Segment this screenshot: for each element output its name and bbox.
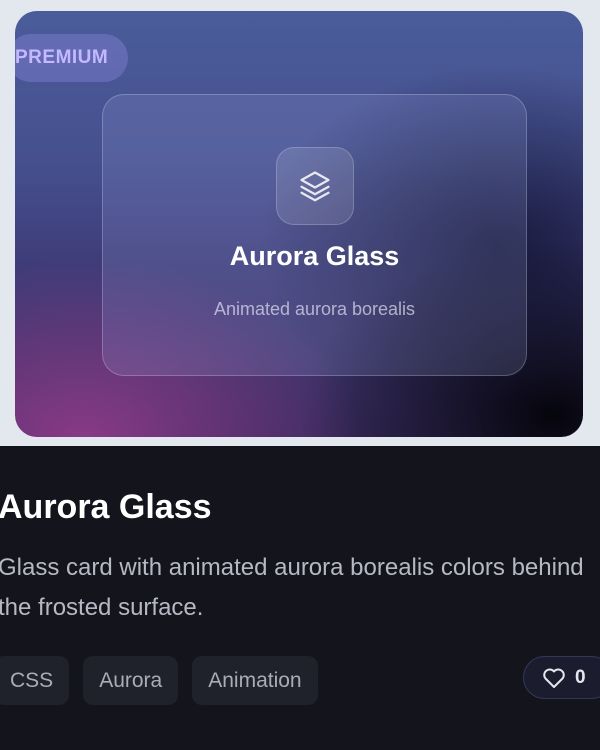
preview-area: Aurora Glass Animated aurora borealis PR…: [0, 0, 600, 446]
heart-icon: [543, 668, 565, 688]
premium-badge: PREMIUM: [15, 34, 129, 82]
like-button[interactable]: 0: [523, 656, 600, 699]
tag-animation[interactable]: Animation: [192, 656, 318, 705]
glass-card-title: Aurora Glass: [229, 241, 400, 271]
like-count: 0: [575, 666, 586, 688]
tag-css[interactable]: CSS: [0, 656, 70, 705]
component-card: Aurora Glass Animated aurora borealis PR…: [0, 0, 600, 750]
tag-aurora[interactable]: Aurora: [83, 656, 179, 705]
glass-card-subtitle: Animated aurora borealis: [213, 299, 416, 319]
glass-card: Aurora Glass Animated aurora borealis: [102, 94, 527, 376]
component-description: Glass card with animated aurora borealis…: [0, 554, 584, 621]
tag-list: CSS Aurora Animation: [0, 656, 318, 705]
layers-icon: [300, 171, 330, 202]
component-title: Aurora Glass: [0, 488, 212, 526]
icon-container: [276, 147, 354, 225]
preview-canvas[interactable]: Aurora Glass Animated aurora borealis PR…: [15, 11, 583, 437]
